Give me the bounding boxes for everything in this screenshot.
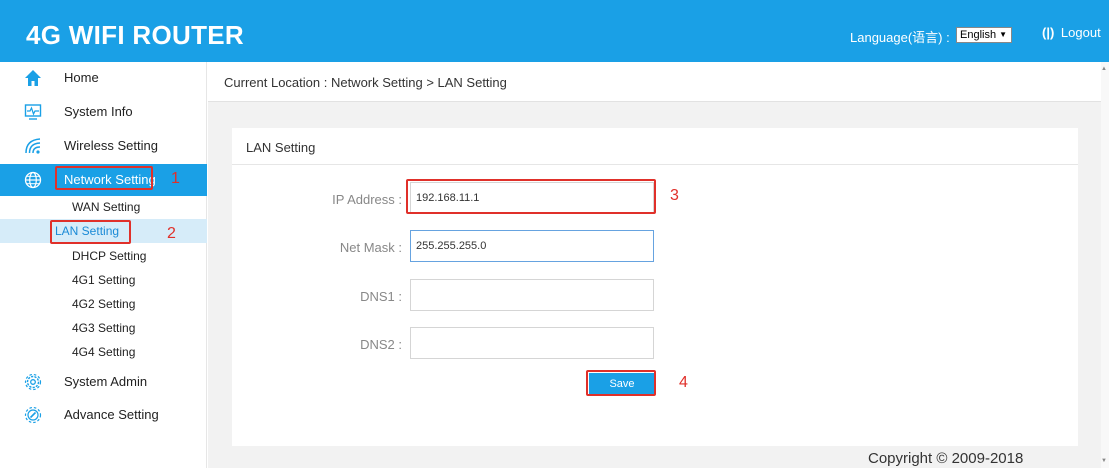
sidebar-item-label: Advance Setting — [64, 407, 159, 422]
globe-icon — [24, 171, 42, 189]
language-value: English — [960, 29, 997, 41]
annotation-marker-4: 4 — [679, 374, 688, 391]
sidebar-item-label: Network Setting — [64, 172, 156, 187]
logout-label: Logout — [1060, 25, 1101, 40]
language-select[interactable]: English ▼ — [956, 27, 1012, 43]
power-icon: (|) — [1042, 25, 1055, 40]
sidebar-subitem-label: WAN Setting — [72, 200, 141, 214]
sidebar-item-label: Home — [64, 70, 99, 85]
sidebar-item-label: System Info — [64, 104, 133, 119]
sidebar-item-system-admin[interactable]: System Admin — [0, 366, 207, 398]
sidebar: Home System Info Wireless Setting Networ… — [0, 62, 207, 468]
net-mask-input[interactable] — [410, 230, 654, 262]
copyright-text: Copyright © 2009-2018 — [868, 450, 1024, 467]
main-content: Current Location : Network Setting > LAN… — [208, 62, 1101, 468]
monitor-icon — [24, 104, 42, 120]
lan-setting-panel: LAN Setting IP Address : Net Mask : DNS1… — [232, 128, 1078, 446]
gear-wrench-icon — [24, 406, 42, 424]
sidebar-subitem-label: 4G1 Setting — [72, 273, 136, 287]
scroll-down-icon[interactable]: ▼ — [1101, 458, 1107, 464]
scroll-up-icon[interactable]: ▲ — [1101, 66, 1107, 72]
ip-address-label: IP Address : — [332, 192, 402, 207]
sidebar-item-advance-setting[interactable]: Advance Setting — [0, 399, 207, 431]
sidebar-subitem-label: 4G2 Setting — [72, 297, 136, 311]
sidebar-item-label: Wireless Setting — [64, 138, 158, 153]
sidebar-subitem-label: 4G4 Setting — [72, 345, 136, 359]
annotation-marker-2: 2 — [167, 225, 176, 242]
save-button[interactable]: Save — [589, 373, 655, 395]
gear-icon — [24, 373, 42, 391]
sidebar-subitem-label: 4G3 Setting — [72, 321, 136, 335]
breadcrumb-bar: Current Location : Network Setting > LAN… — [208, 62, 1101, 102]
sidebar-subitem-wan-setting[interactable]: WAN Setting — [0, 195, 207, 219]
annotation-marker-1: 1 — [171, 170, 180, 187]
sidebar-subitem-4g1-setting[interactable]: 4G1 Setting — [0, 268, 207, 292]
annotation-marker-3: 3 — [670, 187, 679, 204]
dns2-input[interactable] — [410, 327, 654, 359]
sidebar-item-system-info[interactable]: System Info — [0, 96, 207, 128]
logout-link[interactable]: (|) Logout — [1042, 25, 1101, 40]
panel-header: LAN Setting — [232, 128, 1078, 165]
sidebar-subitem-label: LAN Setting — [55, 224, 120, 238]
sidebar-subitem-dhcp-setting[interactable]: DHCP Setting — [0, 244, 207, 268]
dropdown-arrow-icon: ▼ — [999, 30, 1007, 39]
dns1-input[interactable] — [410, 279, 654, 311]
breadcrumb: Current Location : Network Setting > LAN… — [224, 75, 507, 90]
sidebar-subitem-4g4-setting[interactable]: 4G4 Setting — [0, 340, 207, 364]
dns1-label: DNS1 : — [360, 289, 402, 304]
ip-address-input[interactable] — [410, 182, 654, 214]
scrollbar[interactable]: ▲ ▼ — [1101, 62, 1109, 468]
panel-title: LAN Setting — [246, 140, 316, 155]
home-icon — [25, 70, 41, 86]
brand-title: 4G WIFI ROUTER — [26, 20, 244, 50]
sidebar-item-label: System Admin — [64, 374, 148, 389]
wifi-icon — [25, 138, 41, 154]
sidebar-subitem-label: DHCP Setting — [72, 249, 147, 263]
sidebar-subitem-4g3-setting[interactable]: 4G3 Setting — [0, 316, 207, 340]
top-header: 4G WIFI ROUTER Language(语言) : English ▼ … — [0, 0, 1109, 62]
sidebar-item-wireless-setting[interactable]: Wireless Setting — [0, 130, 207, 162]
net-mask-label: Net Mask : — [339, 240, 402, 255]
sidebar-subitem-4g2-setting[interactable]: 4G2 Setting — [0, 292, 207, 316]
dns2-label: DNS2 : — [360, 337, 402, 352]
language-label: Language(语言) : — [850, 30, 950, 45]
sidebar-item-home[interactable]: Home — [0, 62, 207, 94]
